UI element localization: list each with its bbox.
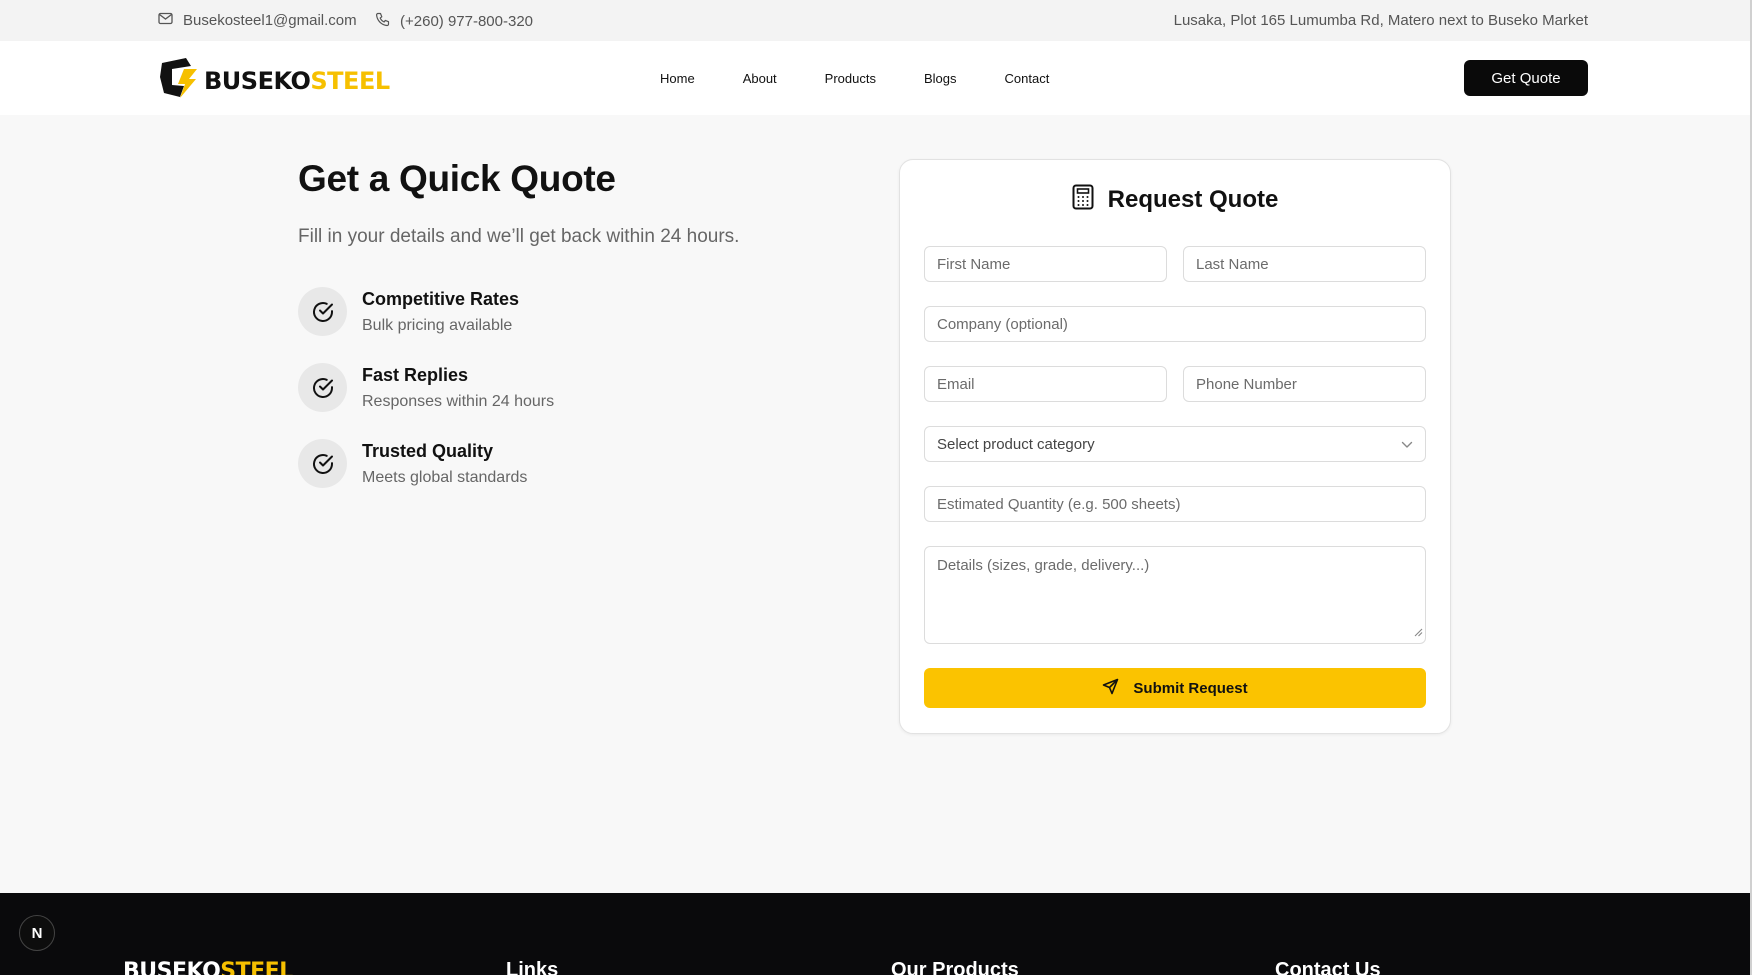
- main-navbar: BUSEKOSTEEL Home About Products Blogs Co…: [0, 41, 1750, 115]
- product-category-value: Select product category: [937, 435, 1095, 453]
- resize-handle-icon[interactable]: [1413, 624, 1423, 641]
- send-icon: [1102, 678, 1119, 699]
- feature-title: Fast Replies: [362, 365, 469, 385]
- feature-title: Trusted Quality: [362, 441, 494, 461]
- details-textarea[interactable]: [937, 557, 1413, 637]
- last-name-input[interactable]: [1196, 255, 1413, 273]
- page-title: Get a Quick Quote: [298, 158, 616, 199]
- get-quote-button[interactable]: Get Quote: [1464, 60, 1588, 96]
- page: Busekosteel1@gmail.com (+260) 977-800-32…: [0, 0, 1752, 975]
- brand-logo[interactable]: BUSEKOSTEEL: [158, 57, 390, 104]
- chevron-down-icon: [1401, 436, 1413, 453]
- product-category-select[interactable]: Select product category: [924, 426, 1426, 462]
- feature-item: Fast Replies Responses within 24 hours: [298, 363, 554, 412]
- first-name-field[interactable]: [924, 246, 1167, 282]
- footer-brand-part2: STEEL: [220, 959, 293, 975]
- nav-links: Home About Products Blogs Contact: [660, 41, 1049, 115]
- logo-mark-icon: [158, 57, 198, 104]
- phone-icon: [375, 12, 400, 31]
- nav-item-products[interactable]: Products: [825, 71, 876, 86]
- company-field[interactable]: [924, 306, 1426, 342]
- brand-name-part1: BUSEKO: [204, 66, 311, 95]
- calculator-icon: [1072, 184, 1094, 215]
- form-header: Request Quote: [900, 184, 1450, 215]
- quantity-field[interactable]: [924, 486, 1426, 522]
- last-name-field[interactable]: [1183, 246, 1426, 282]
- page-subtitle: Fill in your details and we’ll get back …: [298, 226, 740, 247]
- footer-products-heading: Our Products: [891, 959, 1019, 975]
- site-footer: BUSEKOSTEEL Links Our Products Contact U…: [0, 893, 1750, 975]
- footer-brand-part1: BUSEKO: [123, 959, 221, 975]
- topbar-address: Lusaka, Plot 165 Lumumba Rd, Matero next…: [1173, 12, 1588, 29]
- mail-icon: [158, 12, 183, 29]
- check-circle-icon: [298, 287, 347, 336]
- details-field[interactable]: [924, 546, 1426, 644]
- feature-item: Trusted Quality Meets global standards: [298, 439, 527, 488]
- feature-item: Competitive Rates Bulk pricing available: [298, 287, 519, 336]
- check-circle-icon: [298, 439, 347, 488]
- first-name-input[interactable]: [937, 255, 1154, 273]
- topbar-phone-text: (+260) 977-800-320: [400, 13, 534, 30]
- check-circle-icon: [298, 363, 347, 412]
- nav-item-blogs[interactable]: Blogs: [924, 71, 957, 86]
- footer-links-heading: Links: [506, 959, 559, 975]
- email-field[interactable]: [924, 366, 1167, 402]
- feature-description: Bulk pricing available: [362, 317, 513, 334]
- footer-brand: BUSEKOSTEEL: [123, 959, 293, 975]
- nav-item-contact[interactable]: Contact: [1005, 71, 1050, 86]
- nav-item-about[interactable]: About: [743, 71, 777, 86]
- top-info-bar: Busekosteel1@gmail.com (+260) 977-800-32…: [0, 0, 1750, 41]
- company-input[interactable]: [937, 315, 1413, 333]
- feature-description: Responses within 24 hours: [362, 393, 555, 410]
- form-title: Request Quote: [1107, 185, 1279, 213]
- phone-input[interactable]: [1196, 375, 1413, 393]
- content-area: Busekosteel1@gmail.com (+260) 977-800-32…: [0, 0, 1750, 975]
- brand-wordmark: BUSEKOSTEEL: [204, 67, 390, 95]
- feature-title: Competitive Rates: [362, 289, 520, 309]
- topbar-email[interactable]: Busekosteel1@gmail.com: [158, 12, 357, 29]
- feature-description: Meets global standards: [362, 469, 528, 486]
- topbar-email-text: Busekosteel1@gmail.com: [183, 12, 357, 29]
- submit-label: Submit Request: [1133, 679, 1248, 697]
- phone-field[interactable]: [1183, 366, 1426, 402]
- submit-request-button[interactable]: Submit Request: [924, 668, 1426, 708]
- footer-contact-heading: Contact Us: [1275, 959, 1381, 975]
- nav-item-home[interactable]: Home: [660, 71, 695, 86]
- quantity-input[interactable]: [937, 495, 1413, 513]
- request-quote-form: Request Quote Select product category: [899, 159, 1451, 734]
- brand-name-part2: STEEL: [310, 66, 390, 95]
- dev-tools-badge[interactable]: N: [19, 915, 55, 951]
- topbar-phone[interactable]: (+260) 977-800-320: [375, 12, 533, 31]
- email-input[interactable]: [937, 375, 1154, 393]
